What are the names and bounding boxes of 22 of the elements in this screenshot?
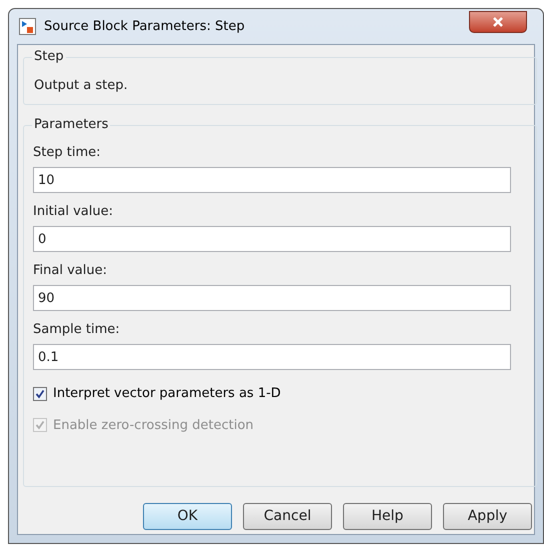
description-text: Output a step. bbox=[34, 78, 128, 93]
checkbox[interactable] bbox=[33, 386, 47, 401]
dialog-button[interactable]: OK bbox=[143, 503, 232, 530]
field-label: Step time: bbox=[33, 144, 102, 162]
field-label: Final value: bbox=[33, 262, 108, 280]
dialog-button[interactable]: Help bbox=[343, 503, 432, 530]
block-icon bbox=[19, 18, 36, 35]
input-field[interactable]: 10 bbox=[33, 167, 511, 193]
checkmark-icon bbox=[35, 420, 45, 430]
close-button[interactable] bbox=[469, 10, 527, 32]
field-label: Sample time: bbox=[33, 321, 121, 339]
field-label: Initial value: bbox=[33, 203, 114, 221]
dialog-button[interactable]: Apply bbox=[443, 503, 532, 530]
close-icon bbox=[492, 16, 504, 26]
input-field[interactable]: 0.1 bbox=[33, 344, 511, 370]
checkbox-label: Enable zero-crossing detection bbox=[53, 416, 254, 434]
window-title: Source Block Parameters: Step bbox=[44, 18, 245, 36]
checkbox-label: Interpret vector parameters as 1-D bbox=[53, 385, 281, 403]
input-field[interactable]: 90 bbox=[33, 285, 511, 311]
input-field[interactable]: 0 bbox=[33, 226, 511, 252]
checkmark-icon bbox=[35, 388, 45, 399]
dialog-button[interactable]: Cancel bbox=[243, 503, 332, 530]
